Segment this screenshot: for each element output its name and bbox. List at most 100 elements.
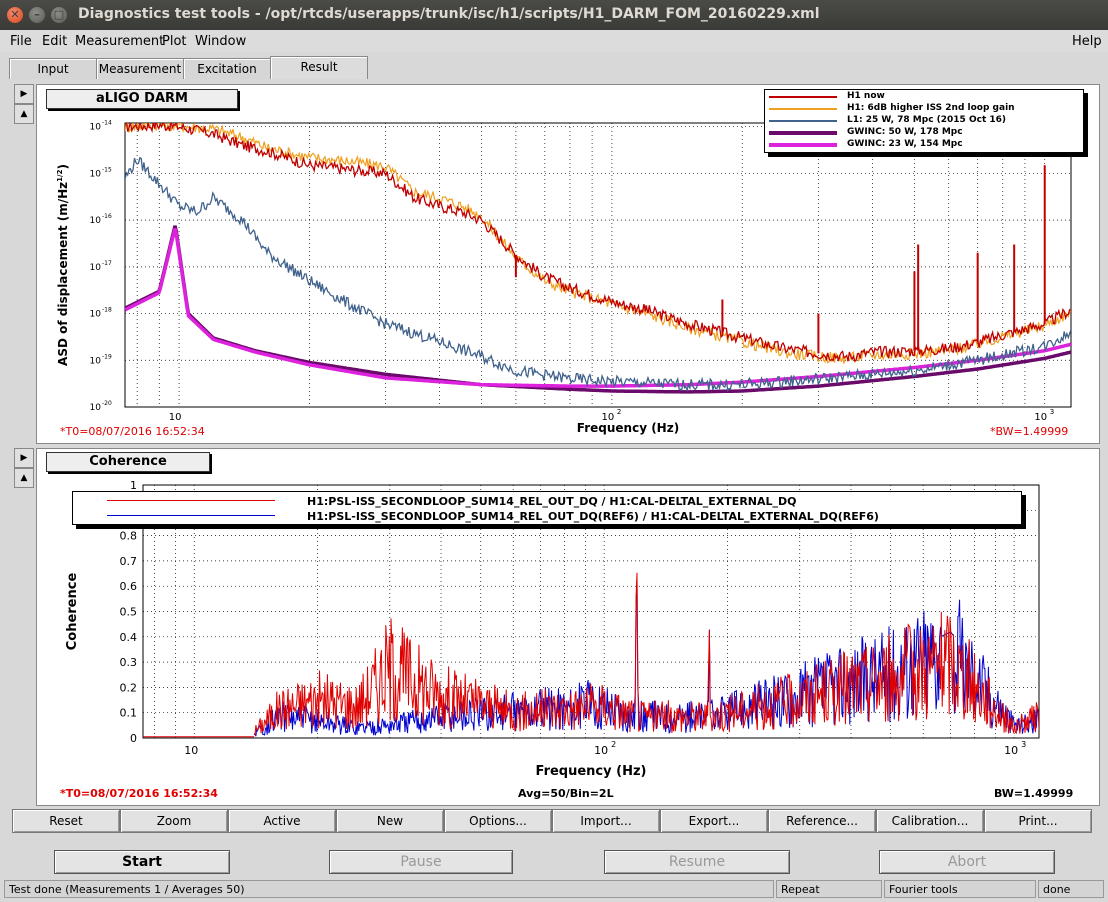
triangle-right-icon: ▶ xyxy=(20,453,28,463)
menu-bar: File Edit Measurement Plot Window Help xyxy=(0,30,1108,52)
options-button[interactable]: Options... xyxy=(444,809,552,833)
minimize-icon: – xyxy=(34,8,40,21)
triangle-up-icon: ▲ xyxy=(20,473,28,483)
y-tick-label: 0.6 xyxy=(120,580,138,593)
tab-input[interactable]: Input xyxy=(9,58,97,79)
x-tick-label-exponent: 2 xyxy=(611,740,616,749)
y-tick-label: 10 xyxy=(90,403,102,413)
y-tick-label: 10 xyxy=(90,169,102,179)
x-tick-label: 10 xyxy=(184,744,198,757)
triangle-up-icon: ▲ xyxy=(20,109,28,119)
y-tick-label-exponent: -20 xyxy=(102,400,112,407)
tab-measurement[interactable]: Measurement xyxy=(96,58,184,79)
calibration-button[interactable]: Calibration... xyxy=(876,809,984,833)
menu-window[interactable]: Window xyxy=(195,34,246,49)
y-axis-label: Coherence xyxy=(65,573,80,651)
series-line xyxy=(125,123,1071,364)
import-button[interactable]: Import... xyxy=(552,809,660,833)
pause-button[interactable]: Pause xyxy=(329,850,513,874)
legend-swatch xyxy=(769,108,837,110)
tab-bar: Input Measurement Excitation Result xyxy=(0,56,1108,80)
bottom-plot-t0: *T0=08/07/2016 16:52:34 xyxy=(60,787,218,800)
maximize-icon: □ xyxy=(53,8,65,21)
y-tick-label: 10 xyxy=(90,356,102,366)
bottom-plot-avg: Avg=50/Bin=2L xyxy=(518,787,614,800)
reference-button[interactable]: Reference... xyxy=(768,809,876,833)
legend-swatch xyxy=(769,120,837,122)
y-tick-label: 0.8 xyxy=(120,530,138,543)
status-message: Test done (Measurements 1 / Averages 50) xyxy=(4,880,774,898)
y-tick-label-exponent: -16 xyxy=(102,213,112,220)
menu-file[interactable]: File xyxy=(10,34,32,49)
y-axis-label-exponent: 1/2 xyxy=(56,169,64,181)
tab-excitation[interactable]: Excitation xyxy=(183,58,271,79)
y-tick-label: 10 xyxy=(90,123,102,133)
legend-swatch xyxy=(769,96,837,98)
minimize-window-button[interactable]: – xyxy=(29,7,45,23)
reset-button[interactable]: Reset xyxy=(12,809,120,833)
legend-label: H1:PSL-ISS_SECONDLOOP_SUM14_REL_OUT_DQ(R… xyxy=(307,510,879,523)
status-state: done xyxy=(1038,880,1104,898)
y-tick-label: 0.3 xyxy=(120,656,138,669)
legend-swatch xyxy=(107,500,275,501)
status-tool: Fourier tools xyxy=(884,880,1036,898)
x-tick-label-exponent: 3 xyxy=(1021,740,1026,749)
legend-label: H1:PSL-ISS_SECONDLOOP_SUM14_REL_OUT_DQ /… xyxy=(307,495,797,508)
series-line xyxy=(253,572,1039,736)
legend-swatch xyxy=(107,515,275,516)
start-button[interactable]: Start xyxy=(54,850,230,874)
x-tick-label-exponent: 2 xyxy=(617,408,621,416)
new-button[interactable]: New xyxy=(336,809,444,833)
x-tick-label-exponent: 3 xyxy=(1050,408,1054,416)
y-tick-label: 0.7 xyxy=(120,555,138,568)
y-tick-label: 10 xyxy=(90,310,102,320)
active-button[interactable]: Active xyxy=(228,809,336,833)
tab-result[interactable]: Result xyxy=(270,56,368,79)
y-axis-label-end: ) xyxy=(56,164,70,169)
series-line xyxy=(125,123,1071,362)
y-tick-label-exponent: -18 xyxy=(102,307,112,314)
bottom-plot-collapse-button[interactable]: ▲ xyxy=(14,468,34,488)
top-plot-t0: *T0=08/07/2016 16:52:34 xyxy=(60,425,205,438)
top-plot-expand-button[interactable]: ▶ xyxy=(14,84,34,104)
maximize-window-button[interactable]: □ xyxy=(51,7,67,23)
x-tick-label: 10 xyxy=(594,744,608,757)
bottom-plot-legend: H1:PSL-ISS_SECONDLOOP_SUM14_REL_OUT_DQ /… xyxy=(72,491,1022,525)
y-tick-label: 0.5 xyxy=(120,606,138,619)
y-tick-label-exponent: -15 xyxy=(102,166,112,173)
zoom-button[interactable]: Zoom xyxy=(120,809,228,833)
x-tick-label: 10 xyxy=(1034,412,1047,423)
x-tick-label: 10 xyxy=(1004,744,1018,757)
legend-swatch xyxy=(769,143,837,147)
menu-plot[interactable]: Plot xyxy=(162,34,187,49)
bottom-plot-bw: BW=1.49999 xyxy=(994,787,1074,800)
triangle-right-icon: ▶ xyxy=(20,89,28,99)
y-axis-label: ASD of displacement (m/Hz1/2) xyxy=(56,164,70,366)
print-button[interactable]: Print... xyxy=(984,809,1092,833)
y-tick-label: 0.4 xyxy=(120,631,138,644)
abort-button[interactable]: Abort xyxy=(879,850,1055,874)
top-plot-bw: *BW=1.49999 xyxy=(990,425,1069,438)
legend-label: H1: 6dB higher ISS 2nd loop gain xyxy=(847,103,1015,113)
legend-swatch xyxy=(769,131,837,135)
legend-label: GWINC: 23 W, 154 Mpc xyxy=(847,139,963,149)
y-tick-label-exponent: -14 xyxy=(102,120,112,127)
bottom-plot-expand-button[interactable]: ▶ xyxy=(14,448,34,468)
x-axis-label: Frequency (Hz) xyxy=(577,421,679,435)
legend-label: GWINC: 50 W, 178 Mpc xyxy=(847,127,963,137)
window-titlebar: ✕ – □ Diagnostics test tools - /opt/rtcd… xyxy=(0,0,1108,30)
y-tick-label-exponent: -19 xyxy=(102,353,112,360)
window-title: Diagnostics test tools - /opt/rtcds/user… xyxy=(78,6,820,22)
x-tick-label: 10 xyxy=(169,412,182,423)
menu-edit[interactable]: Edit xyxy=(42,34,67,49)
y-tick-label: 0.1 xyxy=(120,707,138,720)
resume-button[interactable]: Resume xyxy=(604,850,790,874)
menu-measurement[interactable]: Measurement xyxy=(75,34,164,49)
legend-label: L1: 25 W, 78 Mpc (2015 Oct 16) xyxy=(847,115,1007,125)
top-plot-legend: H1 now H1: 6dB higher ISS 2nd loop gain … xyxy=(764,89,1084,153)
close-window-button[interactable]: ✕ xyxy=(7,7,23,23)
x-axis-label: Frequency (Hz) xyxy=(536,764,647,779)
top-plot-collapse-button[interactable]: ▲ xyxy=(14,104,34,124)
export-button[interactable]: Export... xyxy=(660,809,768,833)
menu-help[interactable]: Help xyxy=(1072,34,1102,49)
